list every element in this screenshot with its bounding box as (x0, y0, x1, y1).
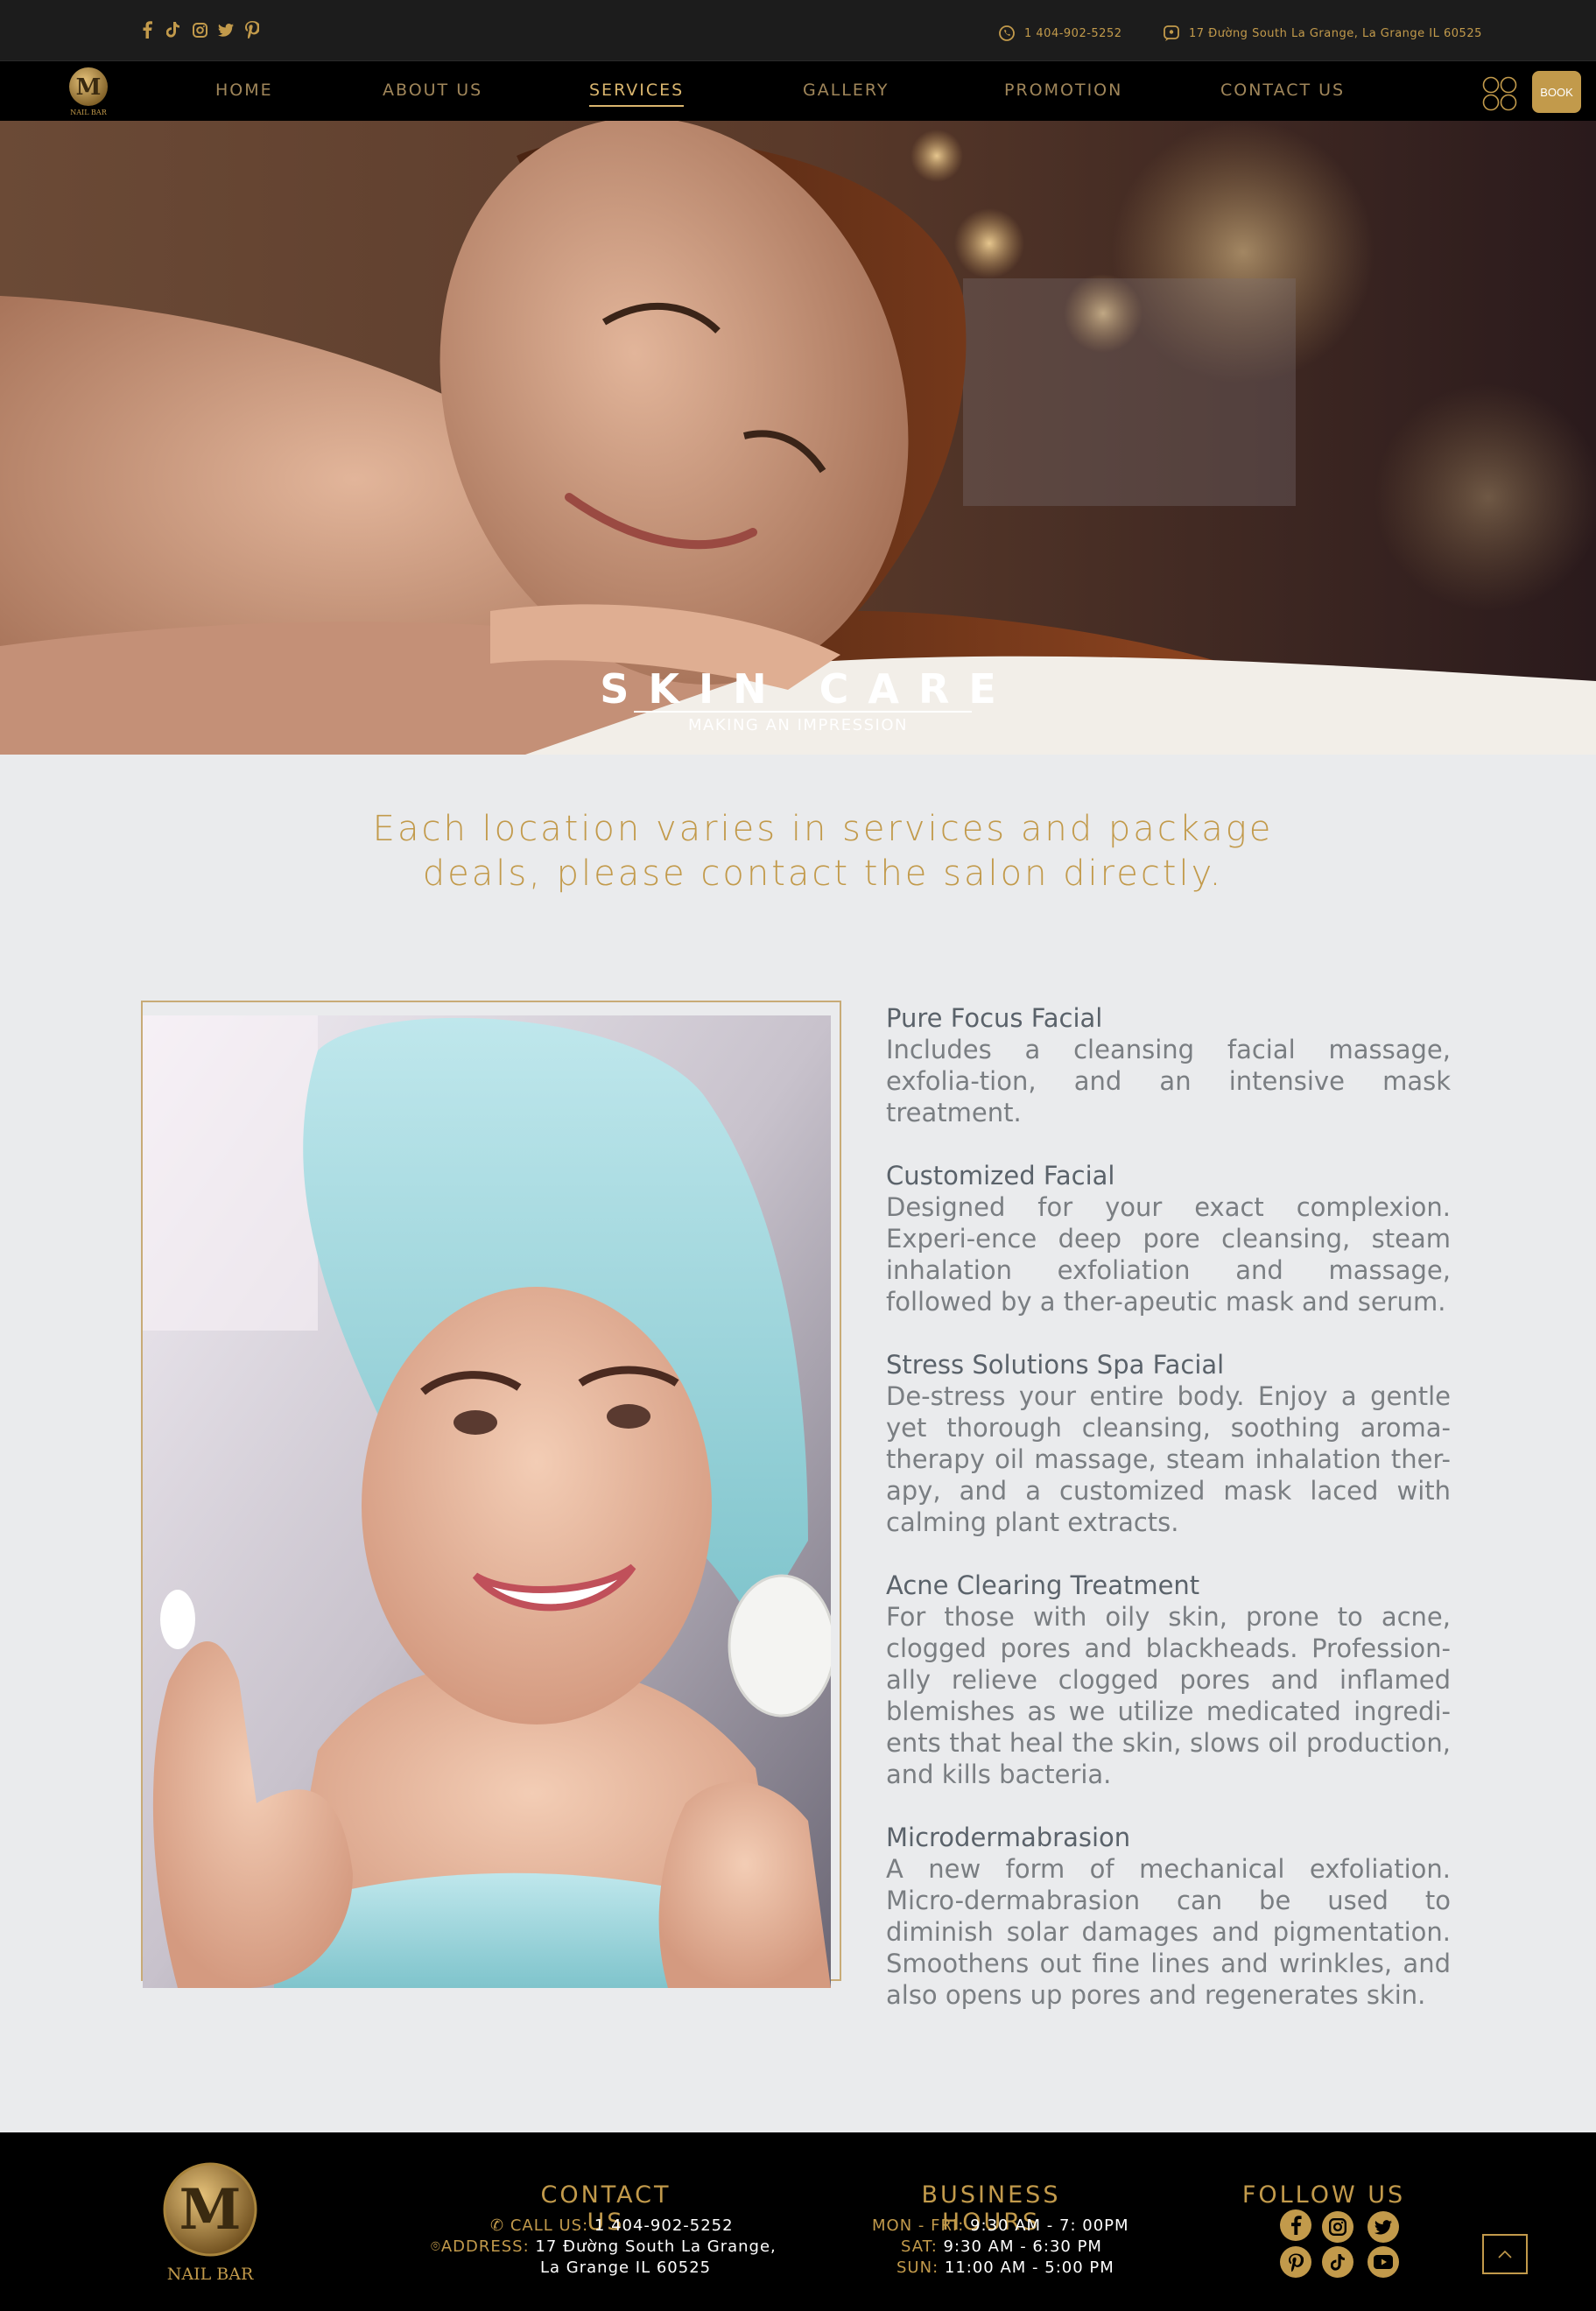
service-item: Pure Focus Facial Includes a cleansing f… (886, 1002, 1451, 1128)
youtube-icon[interactable] (1367, 2246, 1399, 2278)
book-button[interactable]: BOOK (1532, 71, 1581, 113)
footer-address-line-1: 17 Đường South La Grange, (535, 2237, 777, 2256)
services-list: Pure Focus Facial Includes a cleansing f… (886, 1002, 1451, 2042)
hero-image (0, 121, 1596, 755)
hours-day: SUN: (896, 2258, 939, 2277)
service-item: Stress Solutions Spa Facial De-stress yo… (886, 1349, 1451, 1538)
address-label: ADDRESS: (440, 2237, 530, 2256)
nav-promotion[interactable]: PROMOTION (1004, 81, 1122, 100)
scroll-to-top-button[interactable] (1482, 2234, 1528, 2274)
footer-logo-text: NAIL BAR (167, 2265, 254, 2284)
call-us-label: CALL US: (510, 2216, 589, 2235)
footer-follow-title: FOLLOW US (1241, 2181, 1406, 2209)
location-chat-icon (1164, 25, 1179, 41)
nail-bar-logo[interactable]: M NAIL BAR (158, 2159, 263, 2290)
service-name: Customized Facial (886, 1161, 1115, 1191)
svg-text:M: M (76, 74, 102, 101)
hours-time: 9:30 AM - 7: 00PM (970, 2216, 1129, 2235)
hours-day: MON - FRI: (872, 2216, 965, 2235)
hours-day: SAT: (901, 2237, 938, 2256)
hours-row: MON - FRI: 9:30 AM - 7: 00PM (872, 2216, 1129, 2235)
service-name: Stress Solutions Spa Facial (886, 1350, 1225, 1380)
top-phone-text: 1 404-902-5252 (1024, 26, 1122, 40)
pinterest-icon[interactable] (1280, 2246, 1311, 2278)
nav-contact-us[interactable]: CONTACT US (1220, 81, 1345, 100)
top-social-links (138, 19, 261, 40)
tiktok-icon[interactable] (165, 19, 182, 40)
phone-icon: ✆ (490, 2216, 505, 2235)
hours-row: SUN: 11:00 AM - 5:00 PM (896, 2258, 1114, 2277)
footer-phone[interactable]: ✆ CALL US: 1 404-902-5252 (490, 2216, 734, 2235)
nav-gallery[interactable]: GALLERY (803, 81, 889, 100)
chevron-up-icon (1498, 2250, 1512, 2258)
service-name: Pure Focus Facial (886, 1003, 1103, 1033)
footer-address[interactable]: ⌾ADDRESS: 17 Đường South La Grange, (431, 2237, 777, 2256)
svg-text:M: M (179, 2177, 242, 2243)
instagram-icon[interactable] (191, 19, 208, 40)
hours-time: 9:30 AM - 6:30 PM (943, 2237, 1102, 2256)
whatsapp-icon (999, 25, 1015, 41)
twitter-icon[interactable] (217, 19, 235, 40)
service-item: Customized Facial Designed for your exac… (886, 1160, 1451, 1317)
tiktok-icon[interactable] (1322, 2246, 1353, 2278)
nav-services[interactable]: SERVICES (589, 81, 685, 107)
skincare-photo (143, 1015, 831, 1988)
woman-towel-image (143, 1015, 831, 1988)
hours-row: SAT: 9:30 AM - 6:30 PM (901, 2237, 1102, 2256)
facebook-icon[interactable] (138, 19, 156, 40)
notice-line-1: Each location varies in services and pac… (372, 809, 1274, 849)
footer-phone-number: 1 404-902-5252 (594, 2216, 734, 2235)
nav-about-us[interactable]: ABOUT US (383, 81, 482, 100)
hero-subtitle: MAKING AN IMPRESSION (688, 716, 908, 734)
notice-line-2: deals, please contact the salon directly… (422, 853, 1224, 894)
nav-logo-text: NAIL BAR (70, 109, 107, 116)
footer-address-line-2: La Grange IL 60525 (540, 2258, 712, 2277)
service-description: Includes a cleansing facial massage, exf… (886, 1035, 1451, 1127)
twitter-icon[interactable] (1367, 2211, 1399, 2243)
pinterest-icon[interactable] (243, 19, 261, 40)
facebook-icon[interactable] (1280, 2209, 1311, 2241)
menu-grid-icon[interactable] (1481, 75, 1518, 112)
top-bar: 1 404-902-5252 17 Đường South La Grange,… (0, 0, 1596, 61)
service-item: Microdermabrasion A new form of mechanic… (886, 1822, 1451, 2011)
top-address-text: 17 Đường South La Grange, La Grange IL 6… (1189, 26, 1482, 40)
main-nav: M NAIL BAR HOME ABOUT US SERVICES GALLER… (0, 61, 1596, 121)
service-description: A new form of mechanical exfoliation. Mi… (886, 1854, 1451, 2010)
address-icon: ⌾ (431, 2237, 441, 2256)
nail-bar-logo-small[interactable]: M NAIL BAR (67, 66, 110, 116)
location-notice: Each location varies in services and pac… (333, 807, 1313, 896)
top-address[interactable]: 17 Đường South La Grange, La Grange IL 6… (1163, 25, 1482, 42)
service-name: Acne Clearing Treatment (886, 1570, 1200, 1600)
service-description: Designed for your exact complexion. Expe… (886, 1192, 1451, 1317)
top-phone[interactable]: 1 404-902-5252 (998, 25, 1122, 42)
service-description: For those with oily skin, prone to acne,… (886, 1602, 1451, 1789)
instagram-icon[interactable] (1322, 2211, 1353, 2243)
hours-time: 11:00 AM - 5:00 PM (944, 2258, 1114, 2277)
service-name: Microdermabrasion (886, 1823, 1131, 1852)
nav-home[interactable]: HOME (215, 81, 273, 100)
hero-title: SKIN CARE (600, 665, 1016, 713)
service-item: Acne Clearing Treatment For those with o… (886, 1570, 1451, 1790)
service-description: De-stress your entire body. Enjoy a gent… (886, 1381, 1451, 1537)
footer: M NAIL BAR CONTACT US ✆ CALL US: 1 404-9… (0, 2132, 1596, 2311)
hero-banner: SKIN CARE MAKING AN IMPRESSION (0, 121, 1596, 755)
